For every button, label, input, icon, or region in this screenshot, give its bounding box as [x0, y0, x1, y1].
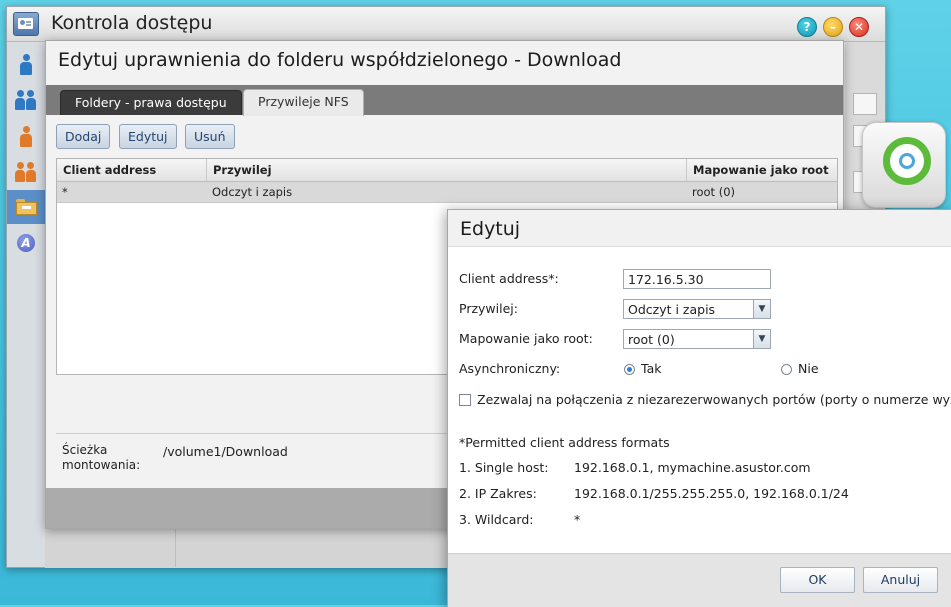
shared-folder-icon	[16, 199, 37, 215]
backup-app-icon	[883, 137, 931, 185]
insecure-ports-checkbox[interactable]	[459, 394, 471, 406]
edit-button[interactable]: Edytuj	[119, 124, 177, 149]
client-address-label: Client address*:	[459, 271, 559, 286]
user-icon	[19, 54, 33, 76]
dialog-title: Edytuj	[460, 218, 521, 240]
desktop-app-icon[interactable]	[862, 122, 946, 208]
dialog-title: Edytuj uprawnienia do folderu współdziel…	[58, 49, 622, 71]
mount-path-label: Ścieżka montowania:	[62, 443, 141, 472]
window-title: Kontrola dostępu	[51, 12, 213, 34]
local-group-icon	[15, 162, 37, 184]
table-header: Client address Przywilej Mapowanie jako …	[57, 159, 837, 182]
privilege-select[interactable]: Odczyt i zapis ▼	[623, 299, 771, 319]
format-value: 192.168.0.1/255.255.255.0, 192.168.0.1/2…	[574, 486, 849, 501]
async-no-radio[interactable]	[781, 364, 792, 375]
cell-root-mapping: root (0)	[692, 185, 736, 199]
sidebar: A	[7, 42, 46, 567]
format-label: 3. Wildcard:	[459, 512, 534, 527]
sidebar-item-groups[interactable]	[7, 86, 45, 118]
tab-nfs-privileges[interactable]: Przywileje NFS	[243, 89, 364, 116]
insecure-ports-label[interactable]: Zezwalaj na połączenia z niezarezerwowan…	[477, 392, 951, 407]
access-control-app-icon	[13, 12, 39, 36]
async-label: Asynchroniczny:	[459, 361, 561, 376]
sidebar-item-local-groups[interactable]	[7, 158, 45, 190]
sidebar-item-shared-folders[interactable]	[7, 190, 45, 224]
add-button[interactable]: Dodaj	[56, 124, 111, 149]
cancel-button[interactable]: Anuluj	[863, 567, 938, 593]
async-yes-label[interactable]: Tak	[641, 361, 661, 376]
sidebar-item-users[interactable]	[7, 50, 45, 82]
dialog-titlebar[interactable]: Edytuj	[448, 210, 951, 247]
chevron-down-icon[interactable]: ▼	[753, 300, 770, 318]
cell-client-address: *	[62, 185, 68, 199]
formats-heading: *Permitted client address formats	[459, 435, 670, 450]
privilege-select-value: Odczyt i zapis	[628, 302, 716, 317]
help-icon[interactable]: ?	[797, 17, 817, 37]
close-icon[interactable]: ✕	[849, 17, 869, 37]
root-mapping-label: Mapowanie jako root:	[459, 331, 593, 346]
async-yes-radio[interactable]	[624, 364, 635, 375]
async-no-label[interactable]: Nie	[798, 361, 819, 376]
format-value: 192.168.0.1, mymachine.asustor.com	[574, 460, 811, 475]
background-field	[853, 93, 877, 115]
sidebar-item-app-privileges[interactable]: A	[7, 228, 45, 260]
window-titlebar[interactable]: Kontrola dostępu ? – ✕	[7, 7, 885, 42]
minimize-icon[interactable]: –	[823, 17, 843, 37]
chevron-down-icon[interactable]: ▼	[753, 330, 770, 348]
format-label: 2. IP Zakres:	[459, 486, 537, 501]
root-mapping-select[interactable]: root (0) ▼	[623, 329, 771, 349]
table-row[interactable]: * Odczyt i zapis root (0)	[57, 182, 837, 202]
format-value: *	[574, 512, 581, 527]
client-address-input[interactable]: 172.16.5.30	[623, 269, 771, 289]
privilege-label: Przywilej:	[459, 301, 518, 316]
mount-path-value: /volume1/Download	[163, 444, 288, 459]
local-user-icon	[19, 126, 33, 148]
delete-button[interactable]: Usuń	[185, 124, 235, 149]
column-header-root-mapping[interactable]: Mapowanie jako root	[687, 159, 837, 181]
ok-button[interactable]: OK	[780, 567, 855, 593]
tab-folder-access-rights[interactable]: Foldery - prawa dostępu	[60, 90, 242, 115]
column-header-client-address[interactable]: Client address	[57, 159, 207, 181]
users-icon	[15, 90, 37, 112]
edit-nfs-rule-dialog: Edytuj Client address*: 172.16.5.30 Przy…	[447, 209, 951, 607]
cell-privilege: Odczyt i zapis	[212, 185, 293, 199]
format-label: 1. Single host:	[459, 460, 549, 475]
divider	[57, 202, 837, 203]
sidebar-item-local-users[interactable]	[7, 122, 45, 154]
root-mapping-select-value: root (0)	[628, 332, 675, 347]
column-header-privilege[interactable]: Przywilej	[207, 159, 687, 181]
app-privileges-icon: A	[17, 234, 35, 252]
